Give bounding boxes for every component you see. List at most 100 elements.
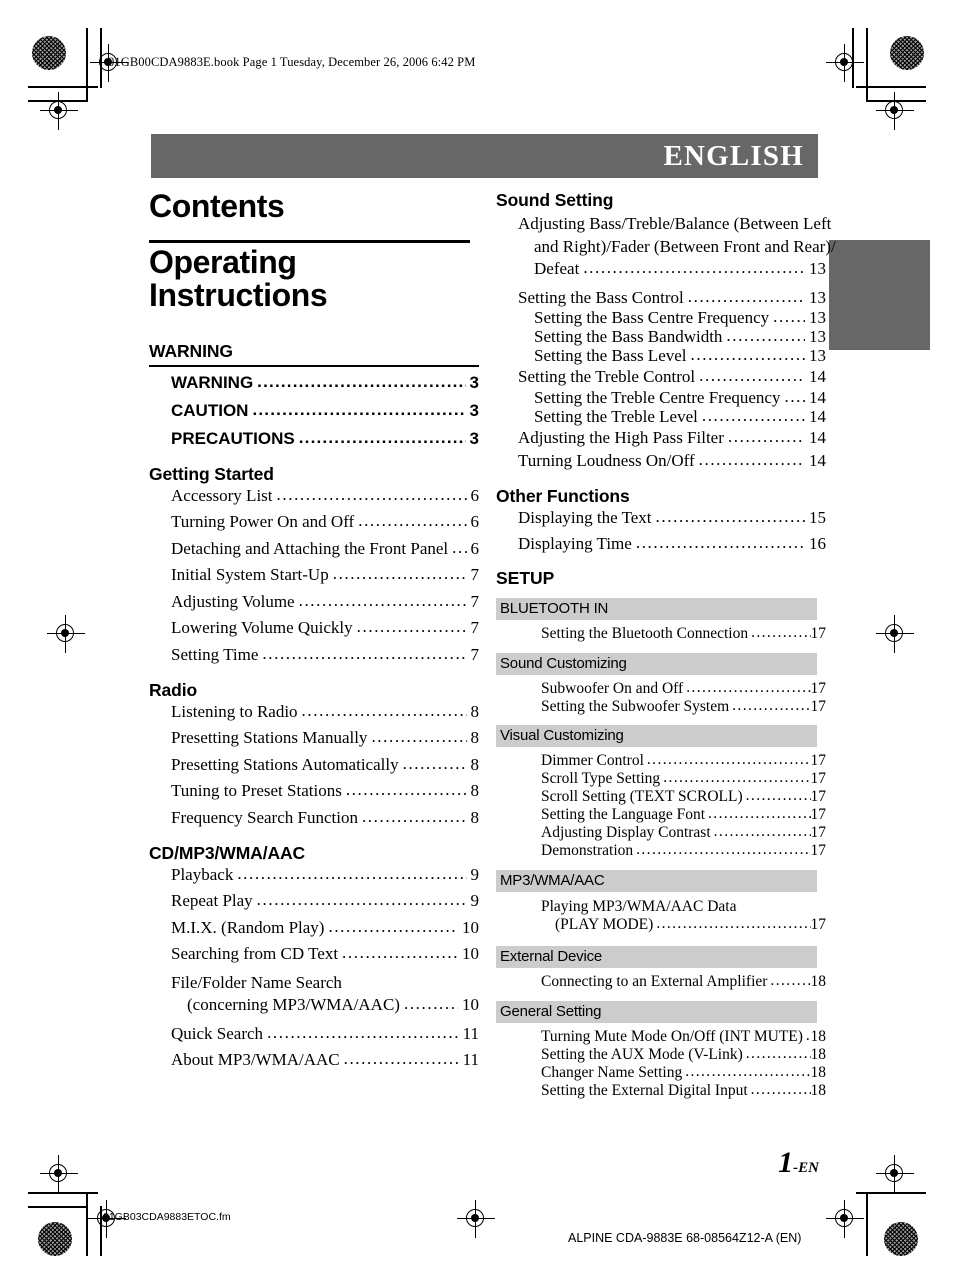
toc-entry[interactable]: Initial System Start-Up ................… [149,565,479,583]
registration-mark-footer-center [457,1200,495,1238]
toc-entry[interactable]: Setting the Treble Level ...............… [496,406,826,426]
toc-entry[interactable]: Setting the Bluetooth Connection .......… [496,625,826,642]
toc-entry[interactable]: Turning Loudness On/Off ................… [496,450,826,469]
toc-leader: ........................................… [256,891,467,909]
toc-entry[interactable]: CAUTION ................................… [149,400,479,419]
toc-entry[interactable]: Detaching and Attaching the Front Panel … [149,539,479,557]
toc-entry[interactable]: Setting the Bass Centre Frequency ......… [496,308,826,326]
toc-entry-label: Setting the Treble Level [534,406,698,426]
toc-entry-page: 17 [810,806,827,824]
toc-leader: ........................................… [635,534,805,552]
toc-leader: ........................................… [770,973,811,989]
toc-entry-page: 6 [470,485,480,505]
toc-entry-page: 8 [470,701,480,721]
toc-entry[interactable]: Searching from CD Text .................… [149,944,479,962]
toc-entry-label: Presetting Stations Manually [171,728,368,748]
toc-entry[interactable]: Subwoofer On and Off ...................… [496,679,827,697]
toc-entry[interactable]: Turning Mute Mode On/Off (INT MUTE) ....… [496,1028,826,1045]
toc-entry-multiline[interactable]: Adjusting Bass/Treble/Balance (Between L… [496,213,836,281]
language-banner: ENGLISH [151,134,818,178]
toc-leader: ........................................… [685,1063,811,1080]
toc-leader: ........................................… [298,428,466,446]
toc-entry-label-line2: (PLAY MODE) [555,916,654,934]
toc-entry-label: Demonstration [541,842,634,860]
toc-entry-page: 17 [810,752,827,770]
toc-entry[interactable]: Setting the Subwoofer System ...........… [496,697,827,715]
toc-right-column: Sound Setting Adjusting Bass/Treble/Bala… [496,190,836,1101]
toc-entry[interactable]: Adjusting Display Contrast .............… [496,824,827,842]
toc-entry-page: 17 [810,679,827,697]
toc-entry[interactable]: Setting the Bass Bandwidth .............… [496,327,826,345]
toc-entry[interactable]: Displaying the Text ....................… [496,508,826,526]
toc-entry[interactable]: Setting the Bass Control ...............… [496,288,826,306]
toc-entry[interactable]: Setting the Language Font ..............… [496,806,827,824]
toc-entry[interactable]: PRECAUTIONS ............................… [149,428,479,447]
page-number-suffix: -EN [793,1160,819,1176]
toc-entry-label: Presetting Stations Automatically [171,754,399,774]
toc-leader: ........................................… [267,1023,459,1041]
toc-leader: ........................................… [751,625,810,641]
toc-leader: ........................................… [301,701,467,719]
toc-entry[interactable]: Dimmer Control .........................… [496,752,827,770]
toc-entry[interactable]: Scroll Setting (TEXT SCROLL) ...........… [496,788,826,805]
crop-line-top-left-v [86,28,88,102]
toc-entry[interactable]: Setting the Bass Level .................… [496,346,826,364]
toc-entry-page: 14 [809,367,826,387]
toc-entry[interactable]: Listening to Radio .....................… [149,701,480,721]
toc-leader: ........................................… [356,618,467,636]
toc-entry-label: Adjusting Volume [171,591,295,611]
setup-block-title: Sound Customizing [496,652,817,675]
toc-entry[interactable]: Adjusting Volume .......................… [149,591,479,611]
halftone-circle-top-right [890,36,924,70]
toc-entry-label: Setting the External Digital Input [541,1081,748,1099]
toc-entry[interactable]: Displaying Time ........................… [496,534,826,552]
toc-entry[interactable]: Setting Time ...........................… [149,645,479,663]
toc-entry-page: 17 [810,697,827,715]
page-subtitle-operating-instructions: Operating Instructions [149,243,328,314]
toc-entry[interactable]: Presetting Stations Manually ...........… [149,728,479,748]
toc-entry-page: 17 [810,842,827,860]
toc-entry[interactable]: Presetting Stations Automatically ......… [149,754,479,774]
toc-entry-page: 17 [810,824,827,842]
toc-entry-label: Setting the AUX Mode (V-Link) [541,1045,743,1063]
toc-entry-label: Playback [171,864,234,884]
toc-entry-page: 10 [462,994,479,1014]
toc-entry[interactable]: Quick Search ...........................… [149,1023,479,1042]
toc-entry-multiline[interactable]: Playing MP3/WMA/AAC Data (PLAY MODE) ...… [496,898,826,935]
toc-entry[interactable]: Connecting to an External Amplifier ....… [496,973,826,990]
toc-entry[interactable]: Scroll Type Setting ....................… [496,770,826,787]
toc-entry-label: Tuning to Preset Stations [171,781,342,801]
toc-entry-page: 9 [470,864,480,884]
toc-entry-multiline[interactable]: File/Folder Name Search (concerning MP3/… [149,972,479,1016]
toc-entry[interactable]: Changer Name Setting ...................… [496,1063,826,1081]
toc-entry[interactable]: WARNING ................................… [149,373,479,391]
toc-entry[interactable]: Demonstration ..........................… [496,842,827,860]
toc-entry-label: Lowering Volume Quickly [171,618,353,638]
toc-entry[interactable]: Lowering Volume Quickly ................… [149,618,480,638]
language-label: ENGLISH [663,140,804,172]
toc-entry[interactable]: Setting the Treble Centre Frequency ....… [496,388,826,406]
toc-entry[interactable]: Repeat Play ............................… [149,891,479,909]
toc-entry-page: 17 [810,916,827,934]
toc-entry[interactable]: M.I.X. (Random Play) ...................… [149,917,479,937]
toc-entry[interactable]: Adjusting the High Pass Filter .........… [496,428,826,446]
toc-entry-page: 7 [470,618,480,638]
toc-entry-page: 8 [470,781,480,801]
toc-entry[interactable]: Setting the AUX Mode (V-Link) ..........… [496,1045,826,1063]
toc-leader: ........................................… [698,450,805,468]
toc-entry[interactable]: Setting the External Digital Input .....… [496,1081,826,1099]
toc-entry[interactable]: Frequency Search Function ..............… [149,808,479,826]
registration-mark-mid-left [47,615,85,653]
toc-entry[interactable]: Setting the Treble Control .............… [496,367,826,387]
toc-entry-label: M.I.X. (Random Play) [171,917,325,937]
toc-entry[interactable]: Tuning to Preset Stations ..............… [149,781,480,801]
toc-entry[interactable]: Turning Power On and Off ...............… [149,512,479,530]
toc-entry[interactable]: About MP3/WMA/AAC ......................… [149,1050,479,1068]
toc-leader: ........................................… [699,367,805,385]
crop-line-bottom-left-h2 [28,1206,86,1208]
toc-leader: ........................................… [252,400,466,418]
toc-leader: ........................................… [646,752,811,768]
toc-entry[interactable]: Accessory List .........................… [149,485,480,505]
toc-entry[interactable]: Playback ...............................… [149,864,480,884]
toc-entry-label-line2: (concerning MP3/WMA/AAC) [187,994,400,1014]
